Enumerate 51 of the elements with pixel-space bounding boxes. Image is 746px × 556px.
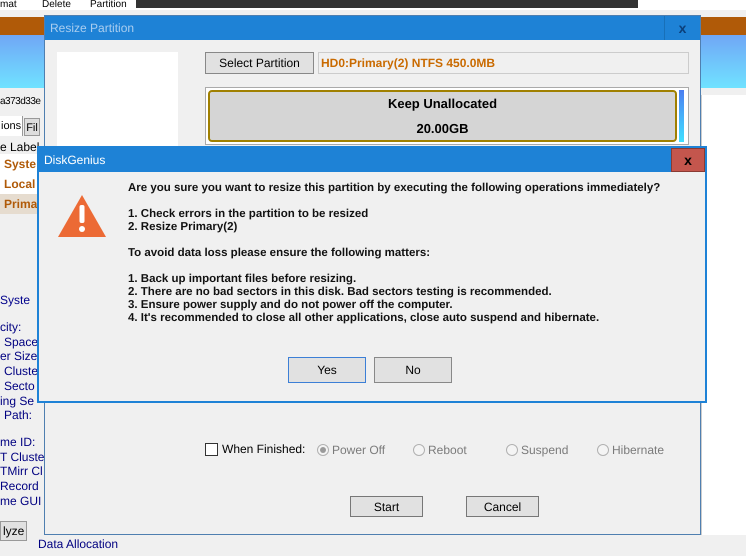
property-label: er Size: [0, 348, 38, 366]
property-label: Cluste: [4, 363, 38, 380]
matter-item: 3. Ensure power supply and do not power off the computer.: [128, 299, 454, 312]
window-title: Resize Partition: [49, 20, 134, 37]
dialog-button[interactable]: Start: [350, 496, 423, 517]
tab[interactable]: ions: [0, 116, 24, 136]
dialog-button[interactable]: No: [374, 357, 452, 383]
when-finished-label: When Finished:: [221, 441, 306, 458]
partition-size: 20.00GB: [416, 120, 469, 138]
partition-sliver: [679, 90, 684, 142]
notice-text: To avoid data loss please ensure the following matters:: [128, 247, 432, 260]
partition-row[interactable]: Syste: [0, 154, 40, 174]
dialog-button[interactable]: Yes: [288, 357, 366, 383]
matter-item: 1. Back up important files before resizing.: [128, 273, 358, 286]
when-finished-checkbox[interactable]: [205, 442, 218, 456]
warning-icon: [58, 195, 106, 237]
matter-item: 2. There are no bad sectors in this disk. Bad sectors testing is recommended.: [128, 286, 553, 299]
radio-option[interactable]: Suspend: [506, 441, 568, 459]
section-title: Syste: [0, 292, 30, 309]
property-label: Space: [4, 334, 38, 351]
question-text: Are you sure you want to resize this partition by executing the following operations immediately?: [128, 182, 662, 195]
partition-field: HD0:Primary(2) NTFS 450.0MB: [318, 52, 689, 74]
radio-option[interactable]: Hibernate: [597, 441, 664, 459]
matter-item: 4. It's recommended to close all other applications, close auto suspend and hibernate.: [128, 312, 600, 325]
property-label: city:: [0, 319, 22, 336]
radio-option[interactable]: Power Off: [317, 441, 386, 459]
close-button[interactable]: x: [671, 148, 705, 172]
property-label: TMirr Cl: [0, 463, 43, 480]
property-label: T Cluste: [0, 448, 44, 466]
partition-row[interactable]: Prima: [0, 194, 40, 214]
data-allocation-label: Data Allocation: [38, 537, 118, 551]
property-label: me GUI: [0, 492, 42, 510]
property-label: Secto: [4, 378, 35, 395]
property-label: ing Se: [0, 392, 34, 410]
operation-item: 1. Check errors in the partition to be resized: [128, 208, 370, 221]
radio-option[interactable]: Reboot: [413, 441, 467, 459]
window-title: DiskGenius: [43, 152, 106, 169]
toolbar-item[interactable]: Partition: [90, 0, 127, 10]
analyze-button[interactable]: lyze: [0, 521, 28, 541]
toolbar-item[interactable]: Delete: [30, 0, 90, 10]
property-label: Path:: [4, 408, 32, 424]
tab[interactable]: Fil: [24, 118, 40, 136]
property-label: me ID:: [0, 434, 36, 451]
disk-id: a373d33e: [0, 95, 40, 109]
dialog-button[interactable]: Cancel: [466, 496, 539, 517]
partition-row[interactable]: Local: [0, 174, 40, 194]
operation-item: 2. Resize Primary(2): [128, 221, 238, 234]
property-label: Record: [0, 478, 39, 496]
partition-bar-label: Keep Unallocated: [388, 94, 498, 113]
select-partition-button[interactable]: Select Partition: [205, 52, 314, 74]
toolbar-item[interactable]: mat: [0, 0, 30, 10]
